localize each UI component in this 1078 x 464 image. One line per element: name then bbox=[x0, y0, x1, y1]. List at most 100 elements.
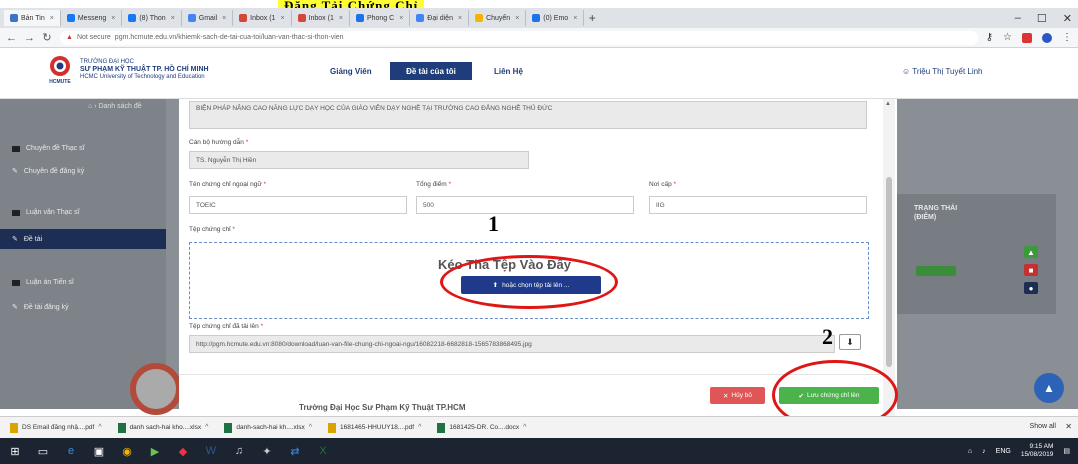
scroll-top-button[interactable]: ▲ bbox=[1034, 373, 1064, 403]
browser-tab[interactable]: Đại diện × bbox=[410, 10, 470, 26]
close-icon[interactable]: × bbox=[111, 15, 115, 22]
reload-icon[interactable]: ↻ bbox=[42, 31, 52, 44]
forward-icon[interactable]: → bbox=[24, 32, 35, 44]
store-icon[interactable]: ▣ bbox=[92, 444, 106, 458]
new-tab-button[interactable]: + bbox=[584, 11, 600, 25]
status-badge bbox=[916, 266, 956, 276]
download-item[interactable]: 1681425-DR. Co....docx ^ bbox=[437, 422, 526, 433]
download-item[interactable]: 1681465-HHUUY18....pdf ^ bbox=[328, 422, 421, 433]
annotation-circle-1 bbox=[440, 255, 618, 309]
browser-tab[interactable]: (8) Thon × bbox=[122, 10, 182, 26]
close-icon[interactable]: × bbox=[171, 15, 175, 22]
address-bar: ← → ↻ ▲ Not secure pgm.hcmute.edu.vn/khi… bbox=[0, 28, 1078, 48]
background-logo bbox=[130, 363, 182, 415]
pencil-icon: ✎ bbox=[12, 236, 18, 243]
show-all-link[interactable]: Show all bbox=[1030, 423, 1056, 430]
advisor-field: TS. Nguyễn Thị Hiền bbox=[189, 151, 529, 169]
chevron-up-icon[interactable]: ^ bbox=[418, 424, 421, 431]
annotation-number-2: 2 bbox=[822, 324, 833, 349]
sidebar-item-chuyen-de-dang-ky[interactable]: ✎ Chuyên đề đăng ký bbox=[12, 167, 84, 176]
profile-icon[interactable] bbox=[1042, 32, 1052, 43]
nav-lien-he[interactable]: Liên Hệ bbox=[494, 67, 523, 76]
close-icon[interactable]: × bbox=[222, 15, 226, 22]
teamviewer-icon[interactable]: ⇄ bbox=[288, 444, 302, 458]
volume-icon[interactable]: ♪ bbox=[982, 448, 986, 455]
sidebar-item-luan-van[interactable]: Luận văn Thạc sĩ bbox=[12, 209, 80, 216]
delete-icon[interactable]: ■ bbox=[1024, 264, 1038, 276]
status-column: TRẠNG THÁI (ĐIỂM) ▲ ■ ● bbox=[896, 194, 1056, 314]
chevron-up-icon[interactable]: ^ bbox=[98, 424, 101, 431]
browser-tab[interactable]: Gmail × bbox=[182, 10, 234, 26]
cert-name-label: Tên chứng chỉ ngoại ngữ * bbox=[189, 181, 267, 188]
approve-icon[interactable]: ▲ bbox=[1024, 246, 1038, 258]
status-header: TRẠNG THÁI (ĐIỂM) bbox=[914, 205, 958, 221]
cancel-button[interactable]: ✕ Hủy bỏ bbox=[710, 387, 765, 404]
close-window-icon[interactable]: ✕ bbox=[1063, 12, 1072, 25]
chevron-up-icon[interactable]: ^ bbox=[309, 424, 312, 431]
close-icon[interactable]: × bbox=[399, 15, 403, 22]
minimize-icon[interactable]: – bbox=[1015, 12, 1021, 24]
word-icon[interactable]: W bbox=[204, 444, 218, 458]
chrome-icon[interactable]: ◉ bbox=[120, 444, 134, 458]
score-label: Tổng điểm * bbox=[416, 181, 452, 188]
browser-tab[interactable]: Bản Tin × bbox=[4, 10, 61, 26]
menu-icon[interactable]: ⋮ bbox=[1062, 32, 1072, 43]
cert-name-input[interactable]: TOEIC bbox=[189, 196, 407, 214]
url-field[interactable]: ▲ Not secure pgm.hcmute.edu.vn/khiemk-sa… bbox=[60, 30, 978, 45]
close-icon[interactable]: × bbox=[280, 15, 284, 22]
maximize-icon[interactable]: ☐ bbox=[1037, 12, 1047, 25]
close-icon[interactable]: × bbox=[50, 15, 54, 22]
scrollbar-thumb[interactable] bbox=[886, 177, 892, 367]
notifications-icon[interactable]: ▤ bbox=[1063, 447, 1070, 455]
close-icon[interactable]: × bbox=[339, 15, 343, 22]
extension-icon[interactable] bbox=[1022, 32, 1032, 43]
user-menu[interactable]: ☺ Triệu Thị Tuyết Linh bbox=[902, 67, 983, 76]
university-logo-icon[interactable]: HCMUTE bbox=[48, 55, 72, 85]
favicon-icon bbox=[10, 14, 18, 22]
app-icon[interactable]: ✦ bbox=[260, 444, 274, 458]
edge-icon[interactable]: e bbox=[64, 444, 78, 458]
sidebar-item-de-tai-dang-ky[interactable]: ✎ Đề tài đăng ký bbox=[12, 303, 69, 312]
task-view-icon[interactable]: ▭ bbox=[36, 444, 50, 458]
download-item[interactable]: danh sach-hai kho....xlsx ^ bbox=[117, 422, 208, 433]
network-icon[interactable]: ⌂ bbox=[968, 448, 972, 455]
windows-start-icon[interactable]: ⊞ bbox=[8, 444, 22, 458]
browser-tab[interactable]: Messeng × bbox=[61, 10, 123, 26]
scroll-up-icon[interactable]: ▲ bbox=[885, 101, 891, 107]
key-icon[interactable]: ⚷ bbox=[986, 32, 993, 43]
close-icon[interactable]: ✕ bbox=[1065, 422, 1072, 431]
modal-scrollbar[interactable]: ▲ bbox=[883, 99, 895, 416]
chevron-up-icon[interactable]: ^ bbox=[205, 424, 208, 431]
app-icon[interactable]: ◆ bbox=[176, 444, 190, 458]
browser-tab[interactable]: Inbox (1 × bbox=[292, 10, 350, 26]
clock[interactable]: 9:15 AM 15/08/2019 bbox=[1021, 443, 1054, 459]
sidebar-item-chuyen-de[interactable]: Chuyên đề Thạc sĩ bbox=[12, 145, 85, 152]
download-item[interactable]: danh-sach-hai kh....xlsx ^ bbox=[224, 422, 312, 433]
download-button[interactable]: ⬇ bbox=[839, 334, 861, 350]
nav-de-tai-cua-toi[interactable]: Đề tài của tôi bbox=[390, 62, 472, 80]
chevron-up-icon[interactable]: ^ bbox=[523, 424, 526, 431]
download-item[interactable]: DS Email đăng nhậ....pdf ^ bbox=[10, 422, 102, 433]
pdf-file-icon bbox=[10, 422, 18, 433]
media-icon[interactable]: ▶ bbox=[148, 444, 162, 458]
browser-tab[interactable]: Phong C × bbox=[350, 10, 411, 26]
nav-giang-vien[interactable]: Giảng Viên bbox=[330, 67, 372, 76]
score-input[interactable]: 500 bbox=[416, 196, 634, 214]
issuer-label: Nơi cấp * bbox=[649, 181, 677, 188]
close-icon[interactable]: × bbox=[573, 15, 577, 22]
browser-tab[interactable]: Chuyển × bbox=[469, 10, 527, 26]
issuer-input[interactable]: IIG bbox=[649, 196, 867, 214]
sidebar-item-luan-an[interactable]: Luận án Tiến sĩ bbox=[12, 279, 74, 286]
close-icon[interactable]: × bbox=[515, 15, 519, 22]
star-icon[interactable]: ☆ bbox=[1003, 32, 1012, 43]
favicon-icon bbox=[297, 14, 306, 22]
view-icon[interactable]: ● bbox=[1024, 282, 1038, 294]
language-indicator[interactable]: ENG bbox=[996, 448, 1011, 455]
sidebar-item-de-tai[interactable]: ✎ Đề tài bbox=[12, 235, 42, 244]
browser-tab[interactable]: (0) Emo × bbox=[526, 10, 585, 26]
excel-icon[interactable]: X bbox=[316, 444, 330, 458]
close-icon[interactable]: × bbox=[458, 15, 462, 22]
browser-tab[interactable]: Inbox (1 × bbox=[233, 10, 292, 26]
app-icon[interactable]: ♫ bbox=[232, 444, 246, 458]
back-icon[interactable]: ← bbox=[6, 32, 17, 44]
